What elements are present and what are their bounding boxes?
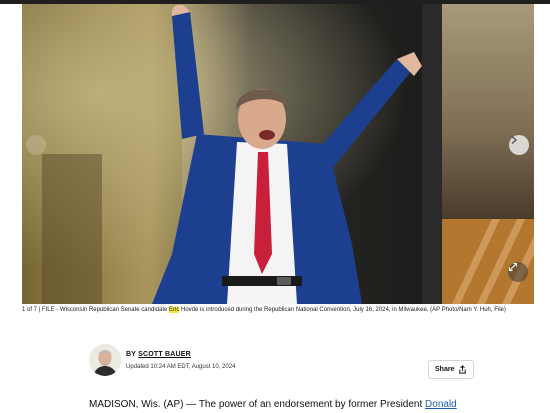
photo-caption: 1 of 7 | FILE - Wisconsin Republican Sen… [22,307,506,313]
author-avatar [89,344,121,376]
article-lead: MADISON, Wis. (AP) — The power of an end… [89,399,457,410]
next-photo-button[interactable] [509,135,529,155]
caption-text-start: FILE - Wisconsin Republican Senate candi… [41,307,169,313]
expand-icon [508,262,518,272]
chevron-right-icon [511,135,518,145]
updated-timestamp: Updated 10:24 AM EDT, August 10, 2024 [126,364,236,370]
share-icon [459,365,467,374]
share-label: Share [435,366,455,373]
lead-text: MADISON, Wis. (AP) — The power of an end… [89,399,426,410]
caption-text-end: Hovde is introduced during the Republica… [179,307,506,313]
byline: BY SCOTT BAUER Updated 10:24 AM EDT, Aug… [89,344,469,378]
gallery-photo[interactable] [22,4,534,304]
author-photo [89,344,121,376]
photo-illustration [22,4,534,304]
share-button[interactable]: Share [428,360,475,379]
by-label: BY [126,351,136,358]
author-line: BY SCOTT BAUER [126,351,191,358]
gallery-counter: 1 of 7 [22,307,38,313]
expand-photo-button[interactable] [508,262,528,282]
previous-photo-button[interactable] [26,135,46,155]
donald-link[interactable]: Donald [425,399,457,410]
caption-highlight: Eric [169,307,180,313]
author-link[interactable]: SCOTT BAUER [138,351,191,358]
